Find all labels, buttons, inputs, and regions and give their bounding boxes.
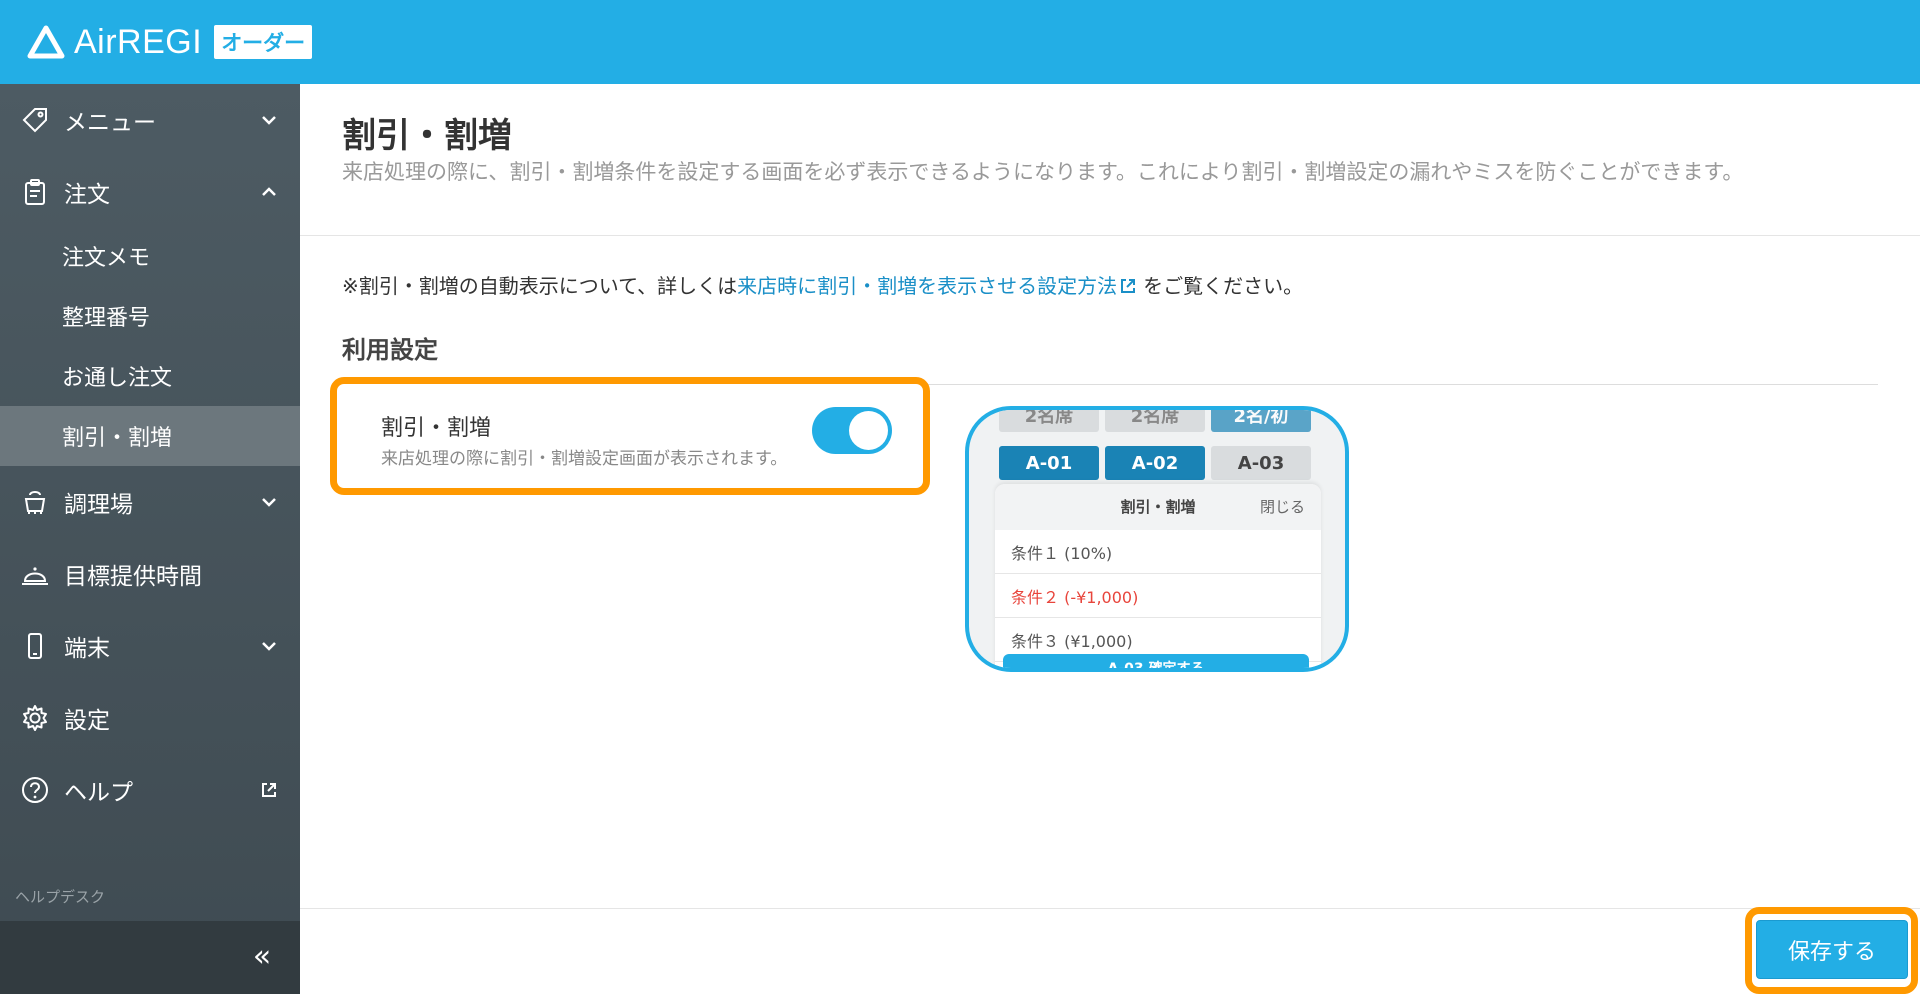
sidebar-item-label: 端末 <box>64 636 110 662</box>
sidebar-collapse-bar: « <box>0 921 300 994</box>
tag-icon <box>20 105 50 135</box>
collapse-sidebar-button[interactable]: « <box>248 942 276 972</box>
section-title: 利用設定 <box>342 336 438 364</box>
cloche-icon <box>20 559 50 589</box>
sidebar-subitem-label: 注文メモ <box>62 246 151 271</box>
discount-toggle[interactable] <box>812 407 892 454</box>
sidebar-subitem-order-memo[interactable]: 注文メモ <box>0 226 300 286</box>
sidebar-item-kitchen[interactable]: 調理場 <box>0 466 300 538</box>
external-link-icon <box>262 783 276 797</box>
sidebar-item-device[interactable]: 端末 <box>0 610 300 682</box>
sidebar-item-target-time[interactable]: 目標提供時間 <box>0 538 300 610</box>
page-description: 来店処理の際に、割引・割増条件を設定する画面を必ず表示できるようになります。これ… <box>342 160 1744 184</box>
sidebar-subitem-label: お通し注文 <box>62 366 173 391</box>
sidebar-item-label: ヘルプ <box>64 780 133 806</box>
airregi-logo[interactable]: AirREGI オーダー <box>26 22 313 62</box>
brand-badge: オーダー <box>214 25 313 59</box>
sidebar-subitem-appetizer-order[interactable]: お通し注文 <box>0 346 300 406</box>
chevron-up-icon <box>262 187 276 196</box>
page-header: 割引・割増 来店処理の際に、割引・割増条件を設定する画面を必ず表示できるようにな… <box>300 84 1920 236</box>
gear-icon <box>20 703 50 733</box>
setting-method-link[interactable]: 来店時に割引・割増を表示させる設定方法 <box>737 274 1143 298</box>
sidebar-item-order[interactable]: 注文 <box>0 156 300 228</box>
setting-description: 来店処理の際に割引・割増設定画面が表示されます。 <box>381 449 788 469</box>
chef-pot-icon <box>20 487 50 517</box>
note-suffix: をご覧ください。 <box>1143 274 1304 298</box>
save-button[interactable]: 保存する <box>1756 920 1908 979</box>
preview-image: 2名席 2名席 2名/初 A-01 A-02 A-03 割引・割増 閉じる 条件… <box>965 406 1349 672</box>
note-prefix: ※割引・割増の自動表示について、詳しくは <box>342 274 738 298</box>
sidebar-subitem-label: 整理番号 <box>62 306 151 331</box>
external-link-icon <box>1121 279 1136 293</box>
sidebar-subitem-ticket-number[interactable]: 整理番号 <box>0 286 300 346</box>
clipboard-icon <box>20 177 50 207</box>
sidebar-item-label: 調理場 <box>64 492 133 518</box>
chevron-down-icon <box>262 116 276 125</box>
main-content: 割引・割増 来店処理の際に、割引・割増条件を設定する画面を必ず表示できるようにな… <box>300 84 1920 994</box>
top-header: AirREGI オーダー <box>0 0 1920 84</box>
info-note: ※割引・割増の自動表示について、詳しくは来店時に割引・割増を表示させる設定方法を… <box>342 270 1303 299</box>
sidebar: メニュー 注文 注文メモ 整理番号 お通し注文 割引・割増 調理場 目標提供時間 <box>0 84 300 994</box>
preview-table-tile: A-01 <box>999 446 1099 480</box>
preview-sheet-close: 閉じる <box>1259 498 1305 516</box>
preview-sheet: 割引・割増 閉じる 条件１ (10%) 条件２ (-¥1,000) 条件３ (¥… <box>995 484 1321 668</box>
preview-tile: 2名席 <box>999 410 1099 432</box>
brand-name: AirREGI <box>74 22 203 61</box>
sidebar-subitem-label: 割引・割増 <box>62 426 173 451</box>
preview-tile: 2名/初 <box>1211 410 1311 432</box>
help-circle-icon <box>20 775 50 805</box>
phone-icon <box>20 631 50 661</box>
preview-table-tile: A-02 <box>1105 446 1205 480</box>
chevron-down-icon <box>262 642 276 651</box>
footer-bar <box>300 908 1920 994</box>
preview-confirm-button: A-03 確定する <box>1003 654 1309 668</box>
sidebar-item-help[interactable]: ヘルプ <box>0 754 300 826</box>
helpdesk-label: ヘルプデスク <box>15 888 106 906</box>
sidebar-item-settings[interactable]: 設定 <box>0 682 300 754</box>
toggle-knob <box>849 411 888 450</box>
discount-setting-card: 割引・割増 来店処理の際に割引・割増設定画面が表示されます。 <box>330 377 930 495</box>
sidebar-item-label: 設定 <box>64 708 110 734</box>
chevron-down-icon <box>262 498 276 507</box>
page-title: 割引・割増 <box>342 116 512 156</box>
setting-label: 割引・割増 <box>381 416 492 441</box>
sidebar-item-label: メニュー <box>64 110 156 136</box>
sidebar-item-menu[interactable]: メニュー <box>0 84 300 156</box>
preview-tile: 2名席 <box>1105 410 1205 432</box>
preview-sheet-header: 割引・割増 閉じる <box>995 484 1321 530</box>
sidebar-subitem-discount[interactable]: 割引・割増 <box>0 406 300 466</box>
airregi-logo-icon <box>27 25 65 59</box>
sidebar-item-label: 目標提供時間 <box>64 564 202 590</box>
preview-condition-row: 条件１ (10%) <box>995 530 1321 574</box>
preview-condition-row: 条件２ (-¥1,000) <box>995 574 1321 618</box>
sidebar-item-label: 注文 <box>64 182 110 208</box>
preview-table-tile: A-03 <box>1211 446 1311 480</box>
